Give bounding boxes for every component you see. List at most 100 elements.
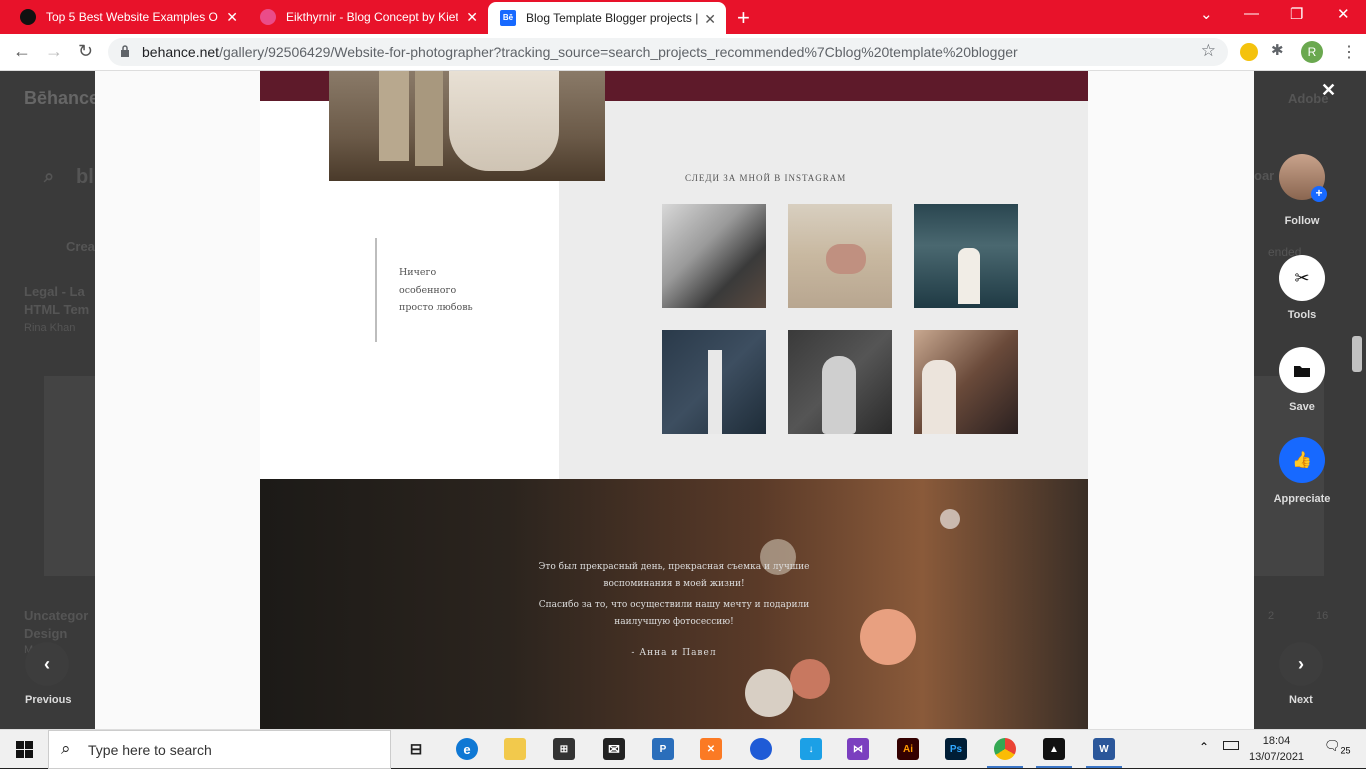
instagram-photo-bride-back[interactable] xyxy=(788,330,892,434)
dribbble-icon xyxy=(260,9,276,25)
quote-text: Ничего особенного просто любовь xyxy=(399,264,539,317)
chevron-up-icon[interactable]: ⌃ xyxy=(1199,740,1209,754)
back-arrow-icon[interactable]: ← xyxy=(13,41,31,62)
background-views-count: 16 xyxy=(1316,610,1329,622)
tab-title: Top 5 Best Website Examples Of xyxy=(46,10,218,24)
instagram-photo-veil[interactable] xyxy=(662,204,766,308)
save-button[interactable] xyxy=(1279,347,1325,393)
microsoft-store-icon[interactable]: ⊞ xyxy=(553,738,575,760)
tab-top5-websites[interactable]: Top 5 Best Website Examples Of ✕ xyxy=(8,0,248,34)
behance-icon: Bē xyxy=(500,10,516,26)
background-likes-count: 2 xyxy=(1268,610,1275,622)
appreciate-button[interactable]: 👍 xyxy=(1279,437,1325,483)
tools-button[interactable]: ✂ xyxy=(1279,255,1325,301)
chrome-icon[interactable] xyxy=(994,738,1016,760)
trousers-shape xyxy=(379,71,409,161)
profile-avatar[interactable]: R xyxy=(1301,41,1323,63)
taskbar-search-placeholder: Type here to search xyxy=(88,742,212,758)
extension-icon[interactable] xyxy=(1240,43,1258,61)
omnibox[interactable]: behance.net/gallery/92506429/Website-for… xyxy=(108,38,1228,66)
profile-dropdown-icon[interactable]: ⌄ xyxy=(1200,5,1213,23)
testimonial-author: - Анна и Павел xyxy=(631,648,717,658)
address-toolbar: ← → ↻ behance.net/gallery/92506429/Websi… xyxy=(0,34,1366,71)
battery-icon[interactable] xyxy=(1223,741,1239,750)
shirt-shape xyxy=(708,350,722,434)
close-window-icon[interactable]: ✕ xyxy=(1337,5,1350,23)
appreciate-action[interactable]: 👍 Appreciate xyxy=(1274,437,1330,505)
clock-time: 18:04 xyxy=(1262,735,1291,747)
folder-icon xyxy=(1294,365,1310,377)
next-project-button[interactable]: › xyxy=(1279,642,1323,686)
instagram-photo-cliffs[interactable] xyxy=(914,204,1018,308)
maximize-icon[interactable]: ❐ xyxy=(1290,5,1303,23)
background-page-left: Bēhance ⌕ bl Crea Legal - La HTML Tem Ri… xyxy=(0,71,95,729)
forward-arrow-icon[interactable]: → xyxy=(45,41,63,62)
thumbs-up-icon: 👍 xyxy=(1292,452,1312,469)
follow-action[interactable]: + Follow xyxy=(1279,154,1327,227)
tab-title: Eikthyrnir - Blog Concept by Kiet xyxy=(286,10,458,24)
chevron-left-icon: ‹ xyxy=(44,653,50,674)
tab-favicon-icon xyxy=(20,9,36,25)
page-scrollbar-thumb[interactable] xyxy=(1352,336,1362,372)
close-modal-icon[interactable]: ✕ xyxy=(1321,80,1336,101)
quote-accent-bar xyxy=(375,238,377,342)
visual-studio-icon[interactable]: ⋈ xyxy=(847,738,869,760)
owner-avatar[interactable]: + xyxy=(1279,154,1327,202)
testimonial-line: воспоминания в моей жизни! xyxy=(603,579,745,589)
project-canvas: Ничего особенного просто любовь СЛЕДИ ЗА… xyxy=(260,71,1088,729)
tab-eikthyrnir-blog[interactable]: Eikthyrnir - Blog Concept by Kiet ✕ xyxy=(248,0,488,34)
windows-start-icon[interactable] xyxy=(16,741,33,758)
instagram-photo-groom-suit[interactable] xyxy=(662,330,766,434)
dress-shape xyxy=(449,71,559,171)
quote-line: Ничего xyxy=(399,267,437,278)
previous-project-button[interactable]: ‹ xyxy=(25,642,69,686)
instagram-section-title: СЛЕДИ ЗА МНОЙ В INSTAGRAM xyxy=(685,173,847,183)
couple-shape xyxy=(958,248,980,304)
background-card-thumbnail xyxy=(44,376,95,576)
firefox-icon[interactable] xyxy=(750,738,772,760)
bookmark-star-icon[interactable]: ☆ xyxy=(1201,41,1216,61)
tools-label: Tools xyxy=(1287,309,1317,321)
close-icon[interactable]: ✕ xyxy=(704,11,716,28)
instagram-photo-hands[interactable] xyxy=(788,204,892,308)
background-card-title: Legal - La xyxy=(24,284,85,299)
xampp-icon[interactable]: ✕ xyxy=(700,738,722,760)
quote-line: особенного xyxy=(399,284,457,296)
minimize-icon[interactable]: — xyxy=(1244,5,1259,22)
system-clock[interactable]: 18:04 13/07/2021 xyxy=(1249,733,1304,765)
flower-shape xyxy=(940,509,960,529)
appreciate-label: Appreciate xyxy=(1273,493,1331,505)
notifications-icon[interactable]: 🗨25 xyxy=(1324,738,1351,756)
save-action[interactable]: Save xyxy=(1279,347,1325,413)
tab-title: Blog Template Blogger projects | xyxy=(526,11,698,25)
background-text: oar xyxy=(1254,168,1275,183)
tools-action[interactable]: ✂ Tools xyxy=(1279,255,1325,321)
new-tab-button[interactable]: + xyxy=(737,5,750,31)
edge-icon[interactable]: e xyxy=(456,738,478,760)
word-icon[interactable]: W xyxy=(1093,738,1115,760)
close-icon[interactable]: ✕ xyxy=(226,9,238,26)
flower-shape xyxy=(860,609,916,665)
publisher-icon[interactable]: P xyxy=(652,738,674,760)
close-icon[interactable]: ✕ xyxy=(466,9,478,26)
task-view-icon[interactable]: ⊟ xyxy=(405,738,427,760)
illustrator-icon[interactable]: Ai xyxy=(897,738,919,760)
testimonial-line: наилучшую фотосессию! xyxy=(614,617,734,627)
instagram-photo-couple-sitting[interactable] xyxy=(914,330,1018,434)
testimonial-line: Спасибо за то, что осуществили нашу мечт… xyxy=(538,600,810,610)
tab-behance-blog-template[interactable]: Bē Blog Template Blogger projects | ✕ xyxy=(488,2,726,34)
background-card-title: HTML Tem xyxy=(24,302,90,317)
photoshop-icon[interactable]: Ps xyxy=(945,738,967,760)
menu-kebab-icon[interactable]: ⋮ xyxy=(1341,42,1357,62)
background-search-text: bl xyxy=(76,166,94,188)
background-card-author: Rina Khan xyxy=(24,322,76,334)
puzzle-extensions-icon[interactable]: ✱ xyxy=(1271,41,1289,59)
app-icon[interactable]: ↓ xyxy=(800,738,822,760)
background-card-title: Uncategor xyxy=(24,608,89,623)
reload-icon[interactable]: ↻ xyxy=(78,41,93,62)
taskbar-search-box[interactable]: ⌕ Type here to search xyxy=(48,730,391,769)
mail-icon[interactable]: ✉ xyxy=(603,738,625,760)
file-explorer-icon[interactable] xyxy=(504,738,526,760)
photos-icon[interactable]: ▲ xyxy=(1043,738,1065,760)
dress-shape xyxy=(922,360,956,434)
